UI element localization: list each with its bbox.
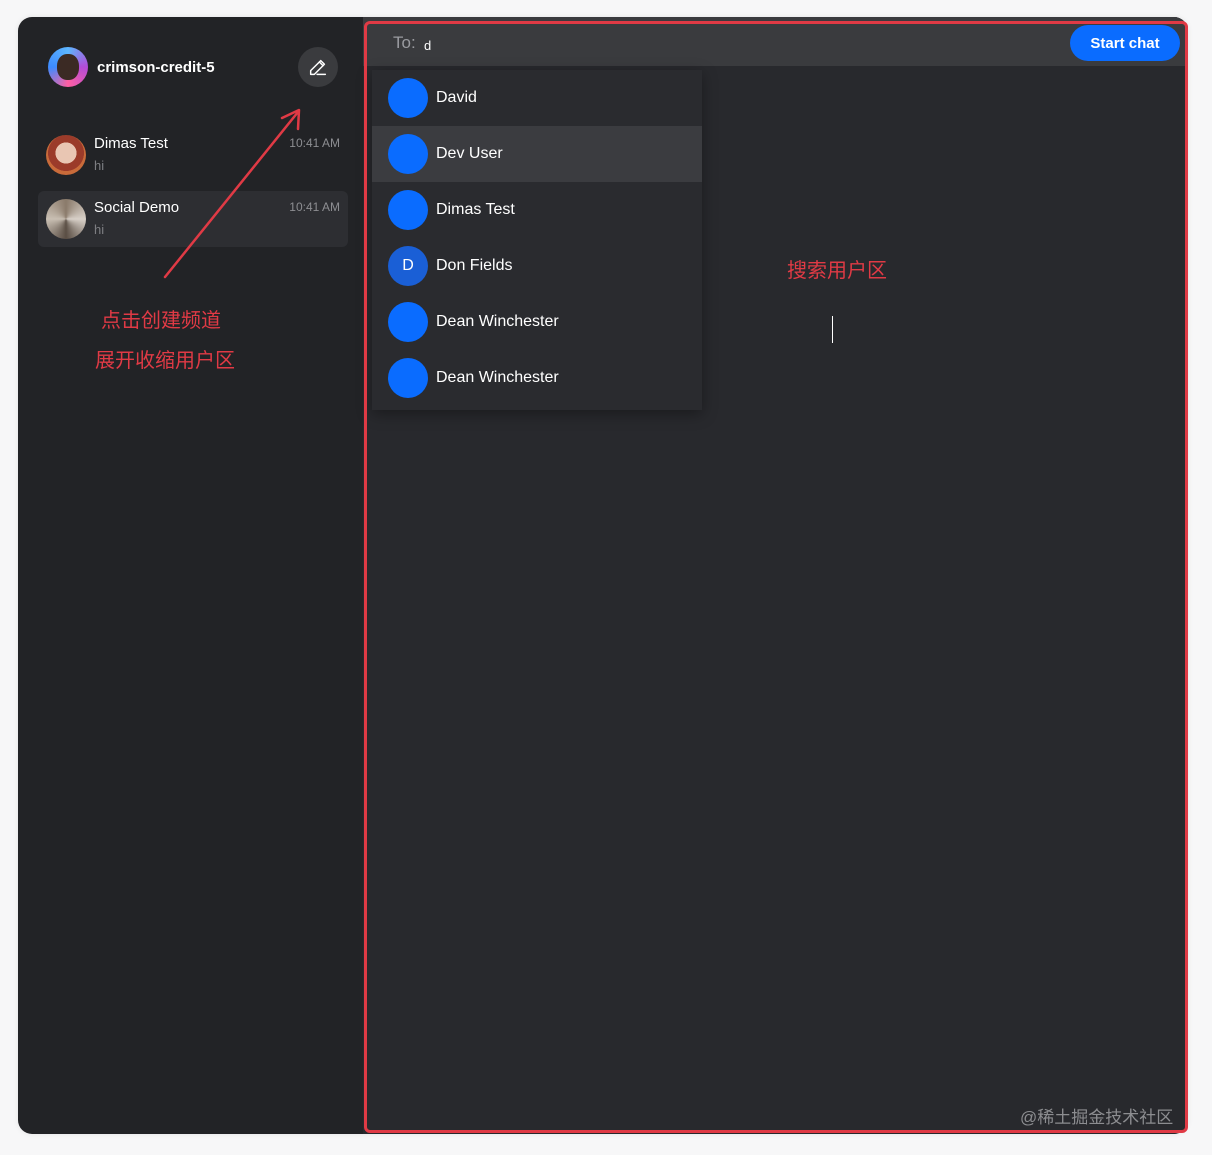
result-name: Dev User — [436, 145, 503, 162]
annotation-search-area: 搜索用户区 — [787, 260, 887, 282]
result-item-dimas-test[interactable]: Dimas Test — [372, 182, 702, 238]
result-item-dean-winchester[interactable]: Dean Winchester — [372, 294, 702, 350]
channel-item-social-demo[interactable]: Social Demo hi 10:41 AM — [38, 191, 348, 247]
channel-preview: hi — [94, 158, 105, 173]
pencil-icon — [309, 59, 327, 76]
result-avatar — [388, 190, 428, 230]
user-avatar[interactable] — [48, 47, 88, 87]
result-item-dean-winchester[interactable]: Dean Winchester — [372, 350, 702, 406]
result-name: David — [436, 89, 477, 106]
annotation-create-channel: 点击创建频道 — [101, 310, 221, 332]
to-bar: To: Start chat — [363, 17, 1188, 66]
watermark: @稀土掘金技术社区 — [1020, 1108, 1174, 1127]
start-chat-button[interactable]: Start chat — [1070, 25, 1180, 61]
channel-name: Dimas Test — [94, 135, 168, 152]
main-panel: To: Start chat David Dev User Dimas Test… — [363, 17, 1188, 1134]
result-item-don-fields[interactable]: D Don Fields — [372, 238, 702, 294]
channel-avatar — [46, 199, 86, 239]
annotation-toggle-user-area: 展开收缩用户区 — [95, 350, 235, 372]
create-channel-button[interactable] — [298, 47, 338, 87]
result-avatar — [388, 134, 428, 174]
result-name: Dimas Test — [436, 201, 515, 218]
result-name: Dean Winchester — [436, 313, 559, 330]
username: crimson-credit-5 — [97, 58, 215, 76]
channel-preview: hi — [94, 222, 105, 237]
channel-time: 10:41 AM — [289, 200, 340, 214]
result-avatar — [388, 302, 428, 342]
channel-item-dimas-test[interactable]: Dimas Test hi 10:41 AM — [38, 127, 348, 183]
result-item-dev-user[interactable]: Dev User — [372, 126, 702, 182]
result-avatar: D — [388, 246, 428, 286]
result-name: Don Fields — [436, 257, 513, 274]
user-search-results: David Dev User Dimas Test D Don Fields D… — [372, 70, 702, 410]
chat-app: crimson-credit-5 Dimas Test hi 10:41 AM … — [18, 17, 1188, 1134]
to-label: To: — [393, 33, 416, 52]
channel-avatar — [46, 135, 86, 175]
result-avatar — [388, 78, 428, 118]
user-header: crimson-credit-5 — [48, 47, 215, 87]
channel-time: 10:41 AM — [289, 136, 340, 150]
channel-name: Social Demo — [94, 199, 180, 216]
result-avatar — [388, 358, 428, 398]
text-cursor — [832, 316, 833, 343]
user-search-input[interactable] — [424, 35, 824, 55]
result-item-david[interactable]: David — [372, 70, 702, 126]
result-name: Dean Winchester — [436, 369, 559, 386]
sidebar: crimson-credit-5 Dimas Test hi 10:41 AM … — [18, 17, 363, 1134]
